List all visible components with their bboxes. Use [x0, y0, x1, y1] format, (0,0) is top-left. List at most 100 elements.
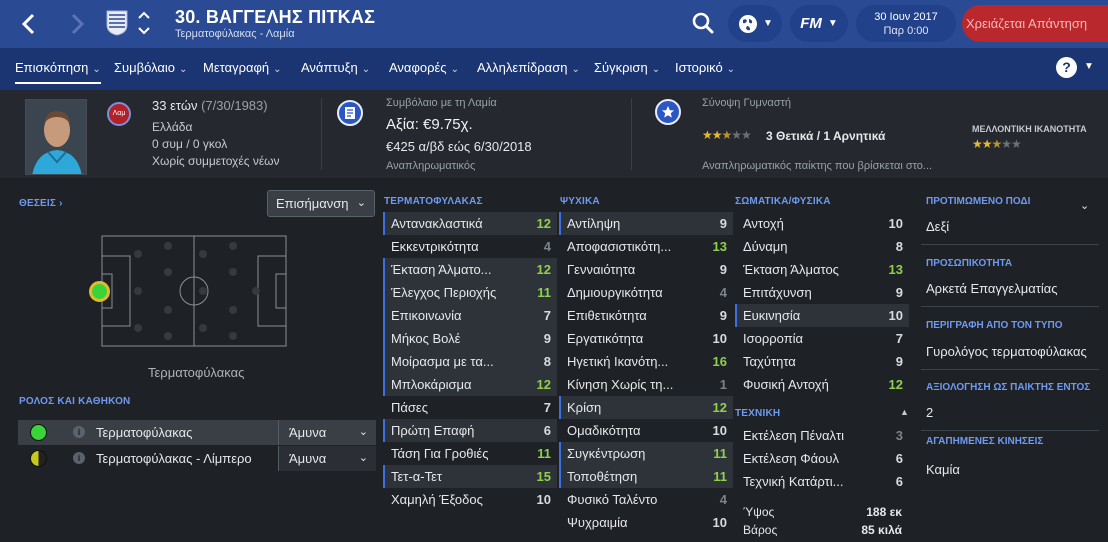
star-badge-icon [655, 99, 681, 125]
attribute-row[interactable]: Ευκινησία 10 [735, 304, 909, 327]
goalkeeper-position-marker[interactable] [89, 281, 110, 302]
attribute-value: 10 [888, 216, 903, 231]
fm-menu-button[interactable]: FM ▼ [790, 5, 848, 42]
attribute-row[interactable]: Επικοινωνία 7 [383, 304, 557, 327]
role-row[interactable]: i Τερματοφύλακας - Λίμπερο Άμυνα ⌄ [18, 446, 376, 471]
chevron-down-icon[interactable]: ⌄ [1080, 199, 1089, 212]
club-badge-icon[interactable] [106, 10, 128, 36]
attribute-row[interactable]: Έλεγχος Περιοχής 11 [383, 281, 557, 304]
contract-label: Συμβόλαιο με τη Λαμία [386, 97, 497, 109]
attribute-value: 9 [719, 262, 727, 277]
attribute-row[interactable]: Φυσικό Ταλέντο 4 [559, 488, 733, 511]
duty-dropdown[interactable]: Άμυνα ⌄ [278, 446, 376, 471]
search-icon[interactable] [690, 10, 716, 36]
attribute-row[interactable]: Ψυχραιμία 10 [559, 511, 733, 534]
attribute-row[interactable]: Εκκεντρικότητα 4 [383, 235, 557, 258]
highlight-dropdown[interactable]: Επισήμανση ⌄ [267, 190, 375, 217]
position-pitch [101, 235, 287, 347]
chevron-down-icon: ⌄ [358, 426, 368, 438]
coach-summary[interactable]: 3 Θετικά / 1 Αρνητικά [766, 129, 885, 143]
player-photo[interactable] [25, 99, 87, 175]
info-icon[interactable]: i [73, 452, 85, 464]
attribute-row[interactable]: Εργατικότητα 10 [559, 327, 733, 350]
attribute-row[interactable]: Ομαδικότητα 10 [559, 419, 733, 442]
attribute-row[interactable]: Ισορροπία 7 [735, 327, 909, 350]
attribute-value: 6 [895, 474, 903, 489]
tab-interaction[interactable]: Αλληλεπίδραση ⌄ [477, 48, 580, 90]
tab-reports[interactable]: Αναφορές ⌄ [389, 48, 459, 90]
collapse-arrow-icon[interactable]: ▲ [900, 407, 909, 417]
role-suitability-icon [30, 424, 47, 441]
attribute-name: Έλεγχος Περιοχής [391, 285, 497, 300]
attribute-row[interactable]: Κίνηση Χωρίς τη... 1 [559, 373, 733, 396]
attribute-row[interactable]: Αντίληψη 9 [559, 212, 733, 235]
chevron-down-icon: ⌄ [358, 452, 368, 464]
world-menu-button[interactable]: ▼ [728, 5, 782, 42]
help-button[interactable]: ? [1056, 57, 1077, 78]
tab-compare[interactable]: Σύγκριση ⌄ [594, 48, 660, 90]
attribute-row[interactable]: Πρώτη Επαφή 6 [383, 419, 557, 442]
attribute-name: Ομαδικότητα [567, 423, 641, 438]
attribute-row[interactable]: Αντανακλαστικά 12 [383, 212, 557, 235]
attribute-row[interactable]: Συγκέντρωση 11 [559, 442, 733, 465]
divider [921, 369, 1099, 370]
contract-icon [337, 100, 363, 126]
tab-overview[interactable]: Επισκόπηση ⌄ [15, 48, 101, 90]
attribute-row[interactable]: Μήκος Βολέ 9 [383, 327, 557, 350]
height-label: Ύψος [743, 505, 775, 519]
attribute-name: Ψυχραιμία [567, 515, 628, 530]
info-icon[interactable]: i [73, 426, 85, 438]
attribute-row[interactable]: Εκτέλεση Πέναλτι 3 [735, 424, 909, 447]
response-required-button[interactable]: Χρειάζεται Απάντηση [962, 5, 1108, 42]
tab-history[interactable]: Ιστορικό ⌄ [675, 48, 735, 90]
attribute-row[interactable]: Έκταση Άλματος 13 [735, 258, 909, 281]
attribute-row[interactable]: Επιθετικότητα 9 [559, 304, 733, 327]
attribute-row[interactable]: Τεχνική Κατάρτι... 6 [735, 470, 909, 493]
tab-development[interactable]: Ανάπτυξη ⌄ [301, 48, 370, 90]
attribute-row[interactable]: Αποφασιστικότη... 13 [559, 235, 733, 258]
player-position-club[interactable]: Τερματοφύλακας - Λαμία [175, 28, 295, 40]
position-label: Τερματοφύλακας [148, 365, 245, 380]
attribute-row[interactable]: Τετ-α-Τετ 15 [383, 465, 557, 488]
attribute-row[interactable]: Τάση Για Γροθιές 11 [383, 442, 557, 465]
outfield-rating-value: 2 [926, 405, 934, 420]
tab-contract[interactable]: Συμβόλαιο ⌄ [114, 48, 187, 90]
attribute-row[interactable]: Επιτάχυνση 9 [735, 281, 909, 304]
attribute-row[interactable]: Ηγετική Ικανότη... 16 [559, 350, 733, 373]
media-description-label: ΠΕΡΙΓΡΑΦΗ ΑΠΟ ΤΟΝ ΤΥΠΟ [926, 320, 1063, 331]
attribute-row[interactable]: Μπλοκάρισμα 12 [383, 373, 557, 396]
player-stepper-icon[interactable] [137, 9, 151, 37]
attribute-row[interactable]: Ταχύτητα 9 [735, 350, 909, 373]
continue-date-button[interactable]: 30 Ιουν 2017 Παρ 0:00 [856, 5, 956, 42]
attribute-row[interactable]: Κρίση 12 [559, 396, 733, 419]
positions-link[interactable]: ΘΕΣΕΙΣ › [19, 198, 63, 209]
attribute-row[interactable]: Μοίρασμα με τα... 8 [383, 350, 557, 373]
attribute-row[interactable]: Δημιουργικότητα 4 [559, 281, 733, 304]
favourite-moves-label: ΑΓΑΠΗΜΕΝΕΣ ΚΙΝΗΣΕΙΣ [926, 436, 1044, 447]
role-row[interactable]: i Τερματοφύλακας Άμυνα ⌄ [18, 420, 376, 445]
attribute-row[interactable]: Αντοχή 10 [735, 212, 909, 235]
chevron-down-icon[interactable]: ▼ [1084, 61, 1094, 72]
attribute-row[interactable]: Χαμηλή Έξοδος 10 [383, 488, 557, 511]
attribute-row[interactable]: Εκτέλεση Φάουλ 6 [735, 447, 909, 470]
attribute-row[interactable]: Πάσες 7 [383, 396, 557, 419]
forward-button[interactable] [62, 9, 92, 39]
attribute-row[interactable]: Φυσική Αντοχή 12 [735, 373, 909, 396]
club-logo[interactable]: Λαμ [107, 102, 131, 126]
back-button[interactable] [14, 9, 44, 39]
attribute-row[interactable]: Τοποθέτηση 11 [559, 465, 733, 488]
attribute-name: Συγκέντρωση [567, 446, 646, 461]
attribute-name: Γενναιότητα [567, 262, 636, 277]
chevron-down-icon: ⌄ [361, 64, 371, 75]
attribute-row[interactable]: Έκταση Άλματο... 12 [383, 258, 557, 281]
attribute-row[interactable]: Γενναιότητα 9 [559, 258, 733, 281]
attribute-value: 7 [543, 400, 551, 415]
tab-transfer[interactable]: Μεταγραφή ⌄ [203, 48, 282, 90]
attribute-value: 3 [895, 428, 903, 443]
player-nation[interactable]: Ελλάδα [152, 120, 192, 134]
attribute-row[interactable]: Δύναμη 8 [735, 235, 909, 258]
attribute-value: 9 [719, 216, 727, 231]
attribute-name: Εργατικότητα [567, 331, 644, 346]
duty-dropdown[interactable]: Άμυνα ⌄ [278, 420, 376, 445]
player-wage: €425 α/βδ εώς 6/30/2018 [386, 139, 532, 154]
